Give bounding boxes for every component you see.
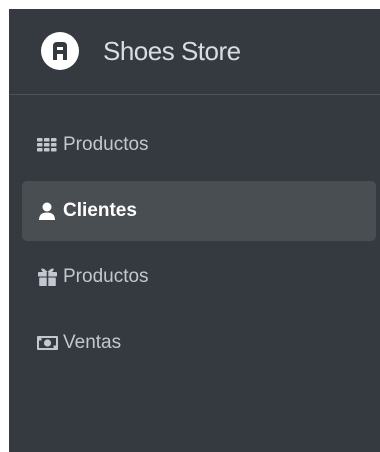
money-bill-icon	[36, 333, 58, 353]
gift-box-icon	[36, 267, 58, 287]
user-icon	[36, 201, 58, 221]
app-logo-icon	[41, 32, 79, 70]
nav-item-label: Productos	[63, 134, 149, 155]
nav-item-label: Productos	[63, 266, 149, 287]
nav-item-productos[interactable]: Productos	[22, 115, 376, 175]
th-grid-icon	[36, 135, 58, 155]
sidebar: Shoes Store Productos Clientes Productos…	[9, 9, 380, 452]
nav-item-productos-gift[interactable]: Productos	[22, 247, 376, 307]
brand-title: Shoes Store	[103, 36, 241, 66]
brand-link[interactable]: Shoes Store	[9, 9, 380, 95]
nav-item-label: Ventas	[63, 332, 122, 353]
nav-item-ventas[interactable]: Ventas	[22, 313, 376, 373]
nav-item-label: Clientes	[63, 200, 137, 221]
nav-item-clientes[interactable]: Clientes	[22, 181, 376, 241]
